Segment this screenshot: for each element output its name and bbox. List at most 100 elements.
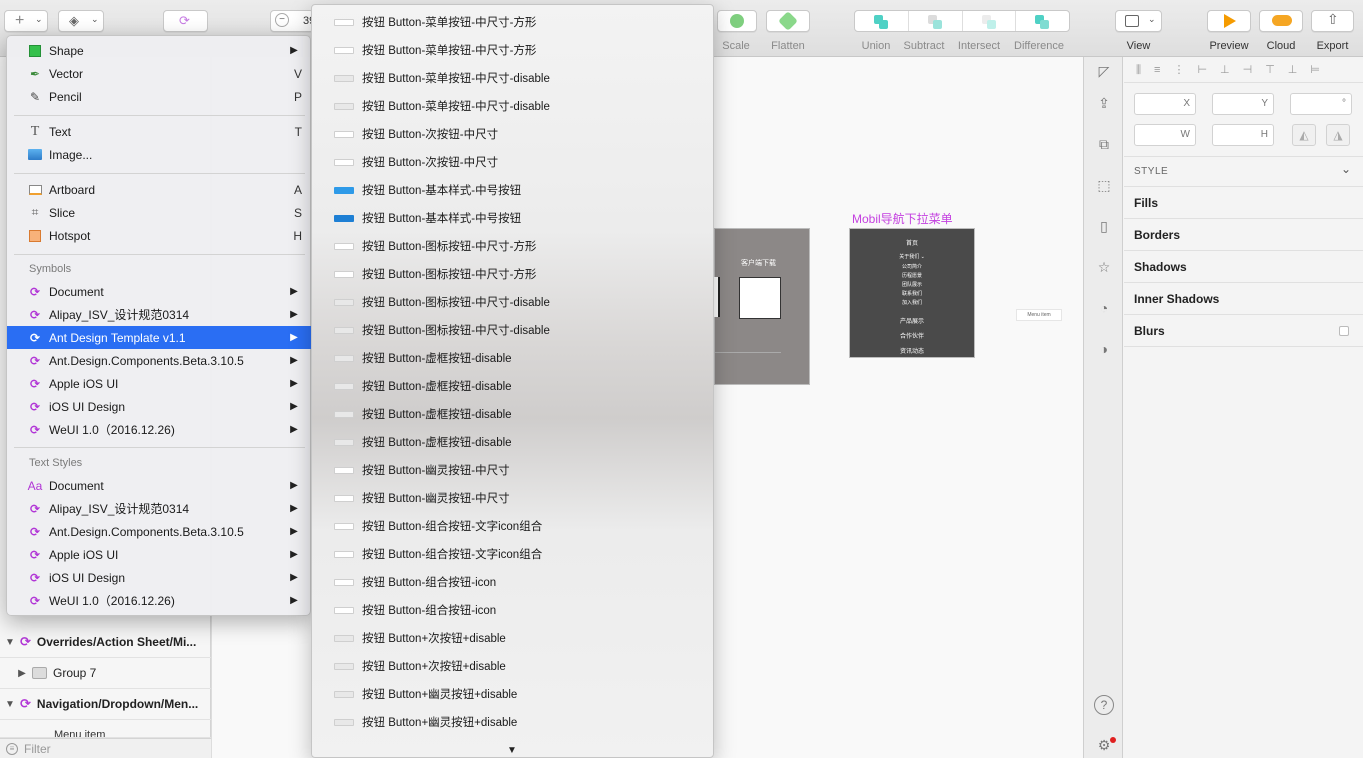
submenu-item[interactable]: 按钮 Button-图标按钮-中尺寸-方形	[312, 232, 713, 260]
submenu-item[interactable]: 按钮 Button-菜单按钮-中尺寸-disable	[312, 64, 713, 92]
fills-section[interactable]: Fills	[1124, 187, 1363, 219]
symbol-button[interactable]: ⟳	[163, 10, 208, 32]
difference-button[interactable]	[1016, 11, 1069, 31]
subtract-button[interactable]	[909, 11, 963, 31]
layer-row[interactable]: Menu item	[0, 720, 211, 738]
submenu-item[interactable]: 按钮 Button-图标按钮-中尺寸-disable	[312, 288, 713, 316]
menu-item-symbol-apple-ios-ui[interactable]: ⟳ Apple iOS UI ▶	[7, 372, 312, 395]
shadows-section[interactable]: Shadows	[1124, 251, 1363, 283]
flatten-button[interactable]	[766, 10, 810, 32]
align-icons[interactable]: ⫼≡⋮⊢⊥⊣⊤⊥⊨	[1136, 64, 1333, 76]
menu-item-textstyle-weui[interactable]: ⟳ WeUI 1.0（2016.12.26) ▶	[7, 589, 312, 612]
layout-icon[interactable]: ▯	[1094, 216, 1114, 236]
star-frame-icon[interactable]: ☆	[1094, 257, 1114, 277]
submenu-item[interactable]: 按钮 Button+幽灵按钮+disable	[312, 680, 713, 708]
pie-chart-icon[interactable]: ◑	[1094, 339, 1114, 359]
cloud-button[interactable]	[1259, 10, 1303, 32]
height-field[interactable]: H	[1212, 124, 1274, 146]
menu-item-textstyle-document[interactable]: Aa Document ▶	[7, 474, 312, 497]
flip-vertical-button[interactable]: ◮	[1326, 124, 1350, 146]
submenu-item[interactable]: 按钮 Button-基本样式-中号按钮	[312, 176, 713, 204]
menu-item-vector[interactable]: ✒ Vector V	[7, 62, 312, 85]
menu-item-pencil[interactable]: ✎ Pencil P	[7, 85, 312, 108]
menu-item-symbol-ios-ui-design[interactable]: ⟳ iOS UI Design ▶	[7, 395, 312, 418]
menu-item-text[interactable]: T Text T	[7, 120, 312, 143]
submenu-item-label: 按钮 Button-图标按钮-中尺寸-disable	[362, 325, 550, 337]
download-artboard[interactable]: 客户端下载	[714, 228, 810, 385]
resize-icon[interactable]: ⬚	[1094, 175, 1114, 195]
blur-checkbox[interactable]	[1339, 326, 1349, 336]
submenu-item[interactable]: 按钮 Button-组合按钮-文字icon组合	[312, 512, 713, 540]
submenu-item[interactable]: 按钮 Button-图标按钮-中尺寸-方形	[312, 260, 713, 288]
palette-icon[interactable]: ◔	[1094, 298, 1114, 318]
menu-item-textstyle-alipay[interactable]: ⟳ Alipay_ISV_设计规范0314 ▶	[7, 497, 312, 520]
menu-item-textstyle-apple-ios-ui[interactable]: ⟳ Apple iOS UI ▶	[7, 543, 312, 566]
view-button[interactable]: ⌄	[1115, 10, 1162, 32]
preview-button[interactable]	[1207, 10, 1251, 32]
menu-item-textstyle-ios-ui-design[interactable]: ⟳ iOS UI Design ▶	[7, 566, 312, 589]
submenu-item[interactable]: 按钮 Button-幽灵按钮-中尺寸	[312, 484, 713, 512]
flip-horizontal-button[interactable]: ◭	[1292, 124, 1316, 146]
disclosure-open-icon[interactable]: ▼	[0, 699, 20, 710]
submenu-item[interactable]: 按钮 Button-菜单按钮-中尺寸-方形	[312, 8, 713, 36]
submenu-item[interactable]: 按钮 Button+幽灵按钮+disable	[312, 708, 713, 736]
menu-item-symbol-alipay[interactable]: ⟳ Alipay_ISV_设计规范0314 ▶	[7, 303, 312, 326]
submenu-item[interactable]: 按钮 Button-虚框按钮-disable	[312, 428, 713, 456]
submenu-item[interactable]: 按钮 Button+次按钮+disable	[312, 652, 713, 680]
menu-item-slice[interactable]: ⌗ Slice S	[7, 201, 312, 224]
style-header[interactable]: STYLE ⌄	[1124, 157, 1363, 187]
width-field[interactable]: W	[1134, 124, 1196, 146]
x-field[interactable]: X	[1134, 93, 1196, 115]
menu-item-textstyle-ant-design-components[interactable]: ⟳ Ant.Design.Components.Beta.3.10.5 ▶	[7, 520, 312, 543]
help-icon[interactable]: ?	[1094, 695, 1114, 715]
filter-input[interactable]: Filter	[24, 742, 51, 756]
menu-item-symbol-ant-design-template[interactable]: ⟳ Ant Design Template v1.1 ▶	[7, 326, 312, 349]
submenu-item[interactable]: 按钮 Button-次按钮-中尺寸	[312, 148, 713, 176]
intersect-button[interactable]	[963, 11, 1017, 31]
submenu-item[interactable]: 按钮 Button+次按钮+disable	[312, 624, 713, 652]
menu-item-symbol-weui[interactable]: ⟳ WeUI 1.0（2016.12.26) ▶	[7, 418, 312, 441]
borders-section[interactable]: Borders	[1124, 219, 1363, 251]
disclosure-closed-icon[interactable]: ▶	[12, 668, 32, 679]
menu-item-shape[interactable]: Shape ▶	[7, 39, 312, 62]
union-button[interactable]	[855, 11, 909, 31]
submenu-item[interactable]: 按钮 Button-虚框按钮-disable	[312, 372, 713, 400]
scale-button[interactable]	[717, 10, 757, 32]
submenu-item[interactable]: 按钮 Button-组合按钮-icon	[312, 568, 713, 596]
upload-icon[interactable]: ⇪	[1094, 93, 1114, 113]
submenu-item[interactable]: 按钮 Button-基本样式-中号按钮	[312, 204, 713, 232]
submenu-item[interactable]: 按钮 Button-幽灵按钮-中尺寸	[312, 456, 713, 484]
submenu-item[interactable]: 按钮 Button-次按钮-中尺寸	[312, 120, 713, 148]
submenu-item[interactable]: 按钮 Button-菜单按钮-中尺寸-方形	[312, 36, 713, 64]
arrange-icon[interactable]: ⧉	[1094, 134, 1114, 154]
layers-button[interactable]: ◈ ⌄	[58, 10, 104, 32]
filter-icon[interactable]: ≡	[6, 742, 18, 755]
artboard-title[interactable]: Mobil导航下拉菜单	[852, 210, 953, 227]
rotation-field[interactable]: °	[1290, 93, 1352, 115]
submenu-item[interactable]: 按钮 Button-菜单按钮-中尺寸-disable	[312, 92, 713, 120]
menu-item-artboard[interactable]: Menu item	[1016, 309, 1062, 321]
inner-shadows-section[interactable]: Inner Shadows	[1124, 283, 1363, 315]
submenu-item[interactable]: 按钮 Button-组合按钮-文字icon组合	[312, 540, 713, 568]
export-button[interactable]: ⇧	[1311, 10, 1354, 32]
insert-button[interactable]: + ⌄	[4, 10, 48, 32]
submenu-item[interactable]: 按钮 Button-虚框按钮-disable	[312, 400, 713, 428]
layer-row[interactable]: ▼ ⟳ Overrides/Action Sheet/Mi...	[0, 627, 211, 658]
mobile-nav-dropdown-artboard[interactable]: 首页 关于我们 ⌄ 公司简介 历程愿景 团队展示 联系我们 加入我们 产品展示 …	[849, 228, 975, 358]
submenu-item[interactable]: 按钮 Button-虚框按钮-disable	[312, 344, 713, 372]
submenu-item[interactable]: 按钮 Button-图标按钮-中尺寸-disable	[312, 316, 713, 344]
layer-row[interactable]: ▼ ⟳ Navigation/Dropdown/Men...	[0, 689, 211, 720]
blurs-section[interactable]: Blurs	[1124, 315, 1363, 347]
y-field[interactable]: Y	[1212, 93, 1274, 115]
layer-row[interactable]: ▶ Group 7	[0, 658, 211, 689]
menu-item-image[interactable]: Image...	[7, 143, 312, 166]
zoom-control[interactable]: − 39	[270, 10, 315, 32]
menu-item-symbol-document[interactable]: ⟳ Document ▶	[7, 280, 312, 303]
menu-item-artboard[interactable]: Artboard A	[7, 178, 312, 201]
ruler-icon[interactable]: ◸	[1094, 61, 1114, 81]
menu-item-hotspot[interactable]: Hotspot H	[7, 224, 312, 247]
scroll-down-arrow-icon[interactable]: ▼	[507, 745, 517, 756]
menu-item-symbol-ant-design-components[interactable]: ⟳ Ant.Design.Components.Beta.3.10.5 ▶	[7, 349, 312, 372]
disclosure-open-icon[interactable]: ▼	[0, 637, 20, 648]
submenu-item[interactable]: 按钮 Button-组合按钮-icon	[312, 596, 713, 624]
